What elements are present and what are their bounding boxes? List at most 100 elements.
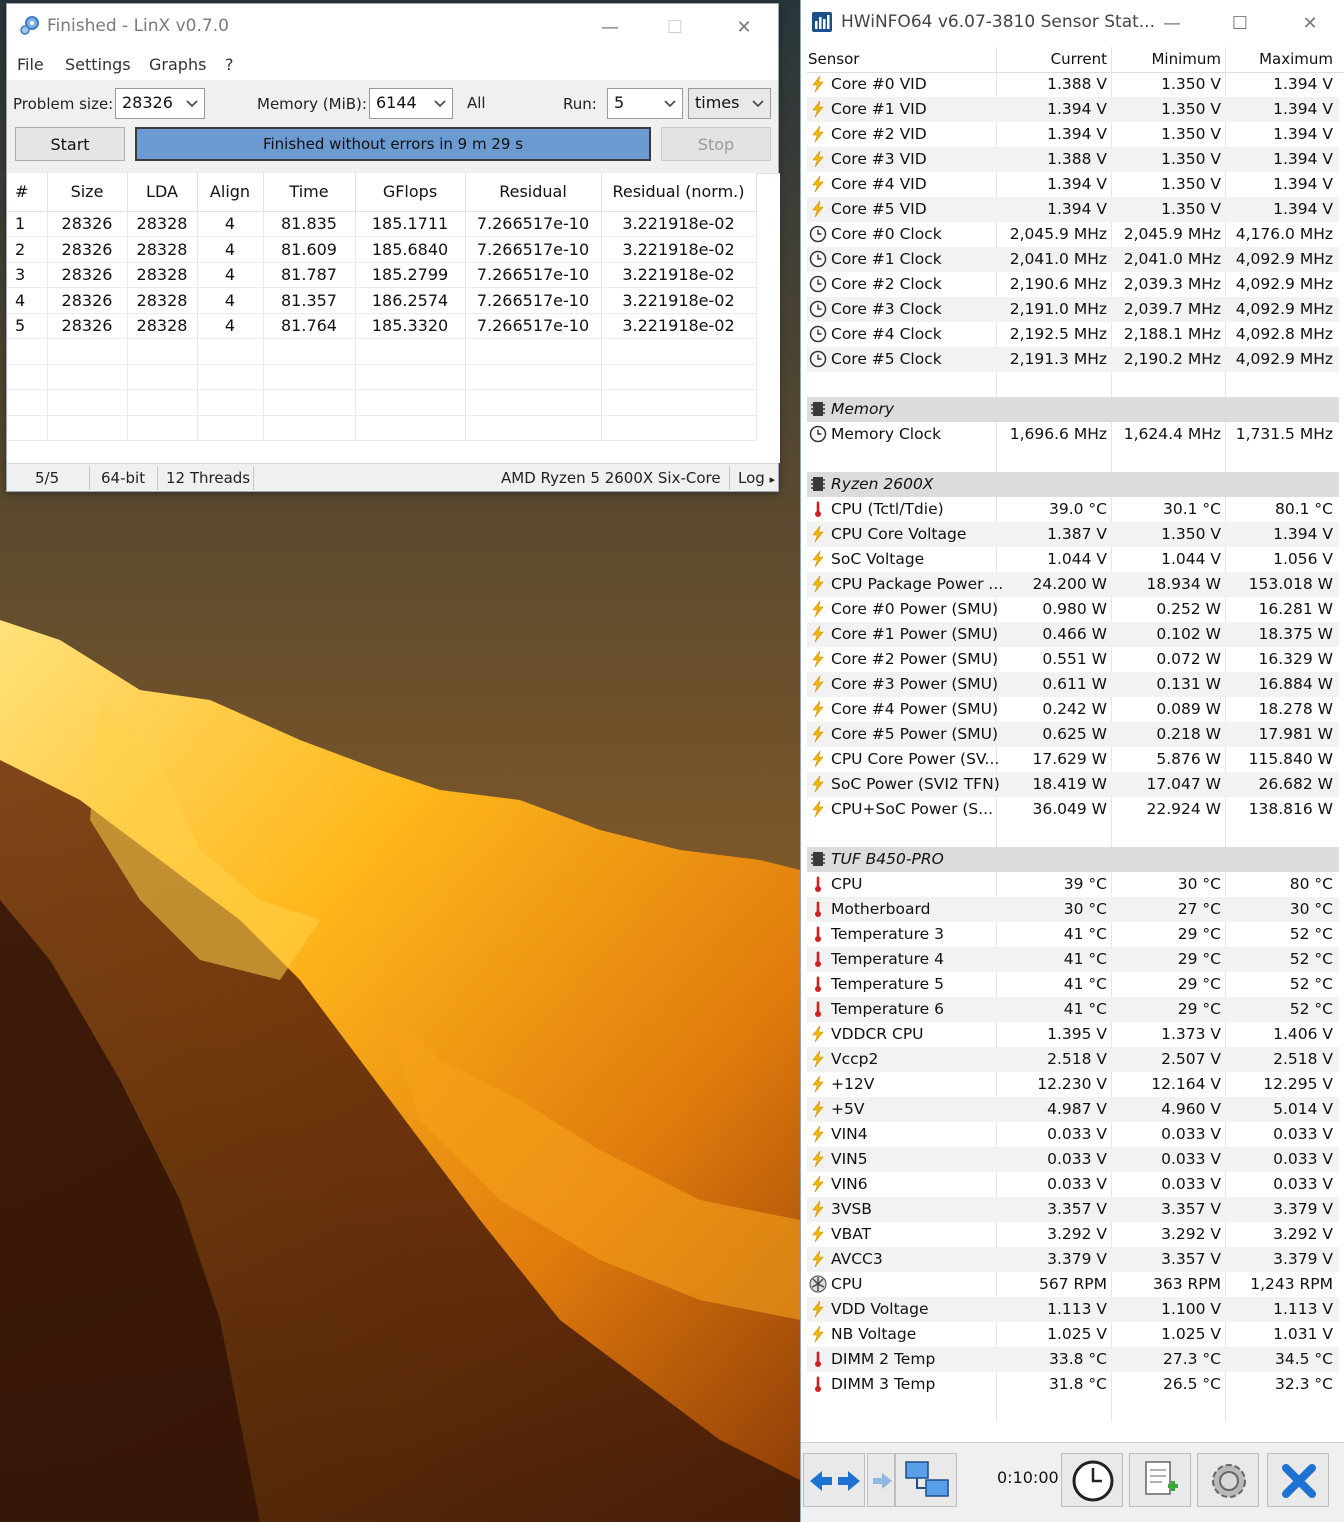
network-button[interactable] — [895, 1453, 957, 1507]
sensor-row[interactable]: VBAT 3.292 V 3.292 V 3.292 V — [807, 1222, 1339, 1247]
sensor-row[interactable]: VDDCR CPU 1.395 V 1.373 V 1.406 V — [807, 1022, 1339, 1047]
sensor-row[interactable]: Core #2 VID 1.394 V 1.350 V 1.394 V — [807, 122, 1339, 147]
sensor-group-header[interactable]: Ryzen 2600X — [807, 472, 1339, 497]
maximize-button[interactable]: ☐ — [652, 4, 698, 50]
sensor-row[interactable]: Core #1 VID 1.394 V 1.350 V 1.394 V — [807, 97, 1339, 122]
hw-close-button[interactable]: ✕ — [1287, 0, 1333, 46]
sensor-row[interactable]: Core #0 Power (SMU) 0.980 W 0.252 W 16.281 … — [807, 597, 1339, 622]
sensor-row[interactable]: CPU Package Power ... 24.200 W 18.934 W 153… — [807, 572, 1339, 597]
menu-file[interactable]: File — [17, 55, 44, 74]
nav-arrows-button[interactable] — [803, 1453, 865, 1507]
sensor-row[interactable]: NB Voltage 1.025 V 1.025 V 1.031 V — [807, 1322, 1339, 1347]
sensor-row[interactable]: CPU 39 °C 30 °C 80 °C — [807, 872, 1339, 897]
table-cell: 3.221918e-02 — [601, 287, 757, 314]
sensor-row[interactable]: Vccp2 2.518 V 2.507 V 2.518 V — [807, 1047, 1339, 1072]
sensor-group-header[interactable]: TUF B450-PRO — [807, 847, 1339, 872]
col-sensor[interactable]: Sensor — [808, 50, 859, 68]
sensor-row[interactable]: DIMM 3 Temp 31.8 °C 26.5 °C 32.3 °C — [807, 1372, 1339, 1397]
sensor-row[interactable]: Temperature 4 41 °C 29 °C 52 °C — [807, 947, 1339, 972]
memory-combo[interactable]: 6144 — [369, 88, 453, 119]
menu-settings[interactable]: Settings — [65, 55, 131, 74]
sensor-row[interactable]: Core #2 Power (SMU) 0.551 W 0.072 W 16.329 … — [807, 647, 1339, 672]
sensor-row[interactable]: Core #5 Clock 2,191.3 MHz 2,190.2 MHz 4,092… — [807, 347, 1339, 372]
menu-graphs[interactable]: Graphs — [149, 55, 206, 74]
sensor-row[interactable]: Core #4 VID 1.394 V 1.350 V 1.394 V — [807, 172, 1339, 197]
sensor-row[interactable]: SoC Voltage 1.044 V 1.044 V 1.056 V — [807, 547, 1339, 572]
sensor-row[interactable]: AVCC3 3.379 V 3.357 V 3.379 V — [807, 1247, 1339, 1272]
sensor-row[interactable]: Temperature 6 41 °C 29 °C 52 °C — [807, 997, 1339, 1022]
col-current[interactable]: Current — [1051, 50, 1107, 68]
menu-help[interactable]: ? — [225, 55, 234, 74]
clock-reset-button[interactable] — [1061, 1453, 1123, 1507]
sensor-row[interactable]: Motherboard 30 °C 27 °C 30 °C — [807, 897, 1339, 922]
sensor-row[interactable]: Temperature 3 41 °C 29 °C 52 °C — [807, 922, 1339, 947]
col-minimum[interactable]: Minimum — [1151, 50, 1221, 68]
start-button[interactable]: Start — [15, 127, 125, 161]
hwinfo-titlebar[interactable]: HWiNFO64 v6.07-3810 Sensor Stat... — ☐ ✕ — [801, 0, 1344, 46]
run-mode-combo[interactable]: times — [688, 88, 771, 119]
sensor-row[interactable]: Temperature 5 41 °C 29 °C 52 °C — [807, 972, 1339, 997]
thermometer-icon — [815, 901, 821, 917]
sensor-row[interactable]: CPU (Tctl/Tdie) 39.0 °C 30.1 °C 80.1 °C — [807, 497, 1339, 522]
sensor-row[interactable]: VDD Voltage 1.113 V 1.100 V 1.113 V — [807, 1297, 1339, 1322]
sensor-row[interactable]: CPU Core Voltage 1.387 V 1.350 V 1.394 V — [807, 522, 1339, 547]
sensor-row[interactable]: Core #3 Power (SMU) 0.611 W 0.131 W 16.884 … — [807, 672, 1339, 697]
logging-button[interactable] — [1129, 1453, 1191, 1507]
sensor-row[interactable]: VIN4 0.033 V 0.033 V 0.033 V — [807, 1122, 1339, 1147]
col-header[interactable]: Residual (norm.) — [601, 173, 757, 212]
sensor-name: Core #1 VID — [831, 100, 927, 118]
sensor-row[interactable]: Memory Clock 1,696.6 MHz 1,624.4 MHz 1,731.… — [807, 422, 1339, 447]
close-button[interactable]: ✕ — [721, 4, 767, 50]
sensor-row[interactable]: CPU Core Power (SV... 17.629 W 5.876 W 115.… — [807, 747, 1339, 772]
table-row[interactable]: 2 28326 28328 4 81.609 185.6840 7.266517e-10 3.… — [7, 236, 757, 263]
stop-button[interactable]: Stop — [661, 127, 771, 161]
sensor-row[interactable]: DIMM 2 Temp 33.8 °C 27.3 °C 34.5 °C — [807, 1347, 1339, 1372]
run-count-combo[interactable]: 5 — [607, 88, 683, 119]
col-header[interactable]: # — [7, 173, 48, 212]
settings-button[interactable] — [1197, 1453, 1259, 1507]
linx-titlebar[interactable]: Finished - LinX v0.7.0 — ☐ ✕ — [7, 4, 778, 50]
sensor-row[interactable]: SoC Power (SVI2 TFN) 18.419 W 17.047 W 26.6… — [807, 772, 1339, 797]
sensor-row[interactable]: Core #4 Clock 2,192.5 MHz 2,188.1 MHz 4,092… — [807, 322, 1339, 347]
sensor-row[interactable]: Core #0 VID 1.388 V 1.350 V 1.394 V — [807, 72, 1339, 97]
hw-maximize-button[interactable]: ☐ — [1217, 0, 1263, 46]
sensor-row[interactable]: Core #0 Clock 2,045.9 MHz 2,045.9 MHz 4,176… — [807, 222, 1339, 247]
sensor-row[interactable]: +5V 4.987 V 4.960 V 5.014 V — [807, 1097, 1339, 1122]
col-header[interactable]: Time — [263, 173, 356, 212]
sensor-row[interactable]: VIN5 0.033 V 0.033 V 0.033 V — [807, 1147, 1339, 1172]
col-header[interactable]: Size — [47, 173, 128, 212]
sensor-maximum: 16.281 W — [1258, 600, 1334, 618]
hw-minimize-button[interactable]: — — [1149, 0, 1195, 46]
sensor-row[interactable]: VIN6 0.033 V 0.033 V 0.033 V — [807, 1172, 1339, 1197]
sensor-row[interactable]: Core #5 VID 1.394 V 1.350 V 1.394 V — [807, 197, 1339, 222]
sensor-row[interactable]: CPU+SoC Power (S... 36.049 W 22.924 W 138.8… — [807, 797, 1339, 822]
nav-right-button[interactable] — [867, 1453, 895, 1507]
sensor-row[interactable]: Core #1 Power (SMU) 0.466 W 0.102 W 18.375 … — [807, 622, 1339, 647]
sensor-row[interactable]: Core #5 Power (SMU) 0.625 W 0.218 W 17.981 … — [807, 722, 1339, 747]
minimize-button[interactable]: — — [587, 4, 633, 50]
sensor-row[interactable]: Core #1 Clock 2,041.0 MHz 2,041.0 MHz 4,092… — [807, 247, 1339, 272]
sensor-row[interactable]: Core #3 Clock 2,191.0 MHz 2,039.7 MHz 4,092… — [807, 297, 1339, 322]
sensor-minimum: 17.047 W — [1146, 775, 1222, 793]
col-header[interactable]: Residual — [465, 173, 602, 212]
table-row[interactable]: 3 28326 28328 4 81.787 185.2799 7.266517e-10 3.… — [7, 262, 757, 288]
sensor-row[interactable]: Core #4 Power (SMU) 0.242 W 0.089 W 18.278 … — [807, 697, 1339, 722]
table-row[interactable]: 5 28326 28328 4 81.764 185.3320 7.266517e-10 3.… — [7, 313, 757, 339]
sensor-row[interactable]: Core #2 Clock 2,190.6 MHz 2,039.3 MHz 4,092… — [807, 272, 1339, 297]
col-header[interactable]: LDA — [127, 173, 198, 212]
memory-all-button[interactable]: All — [467, 94, 486, 112]
empty-cell — [465, 364, 602, 390]
sensor-row[interactable]: 3VSB 3.357 V 3.357 V 3.379 V — [807, 1197, 1339, 1222]
log-button[interactable]: Log ▸ — [738, 469, 775, 487]
col-header[interactable]: GFlops — [355, 173, 466, 212]
sensor-row[interactable]: Core #3 VID 1.388 V 1.350 V 1.394 V — [807, 147, 1339, 172]
sensor-group-header[interactable]: Memory — [807, 397, 1339, 422]
col-header[interactable]: Align — [197, 173, 264, 212]
table-row[interactable]: 1 28326 28328 4 81.835 185.1711 7.266517e-10 3.… — [7, 211, 757, 237]
problem-size-combo[interactable]: 28326 — [115, 88, 205, 119]
sensor-row[interactable]: CPU 567 RPM 363 RPM 1,243 RPM — [807, 1272, 1339, 1297]
close-sensors-button[interactable] — [1267, 1453, 1329, 1507]
col-maximum[interactable]: Maximum — [1259, 50, 1333, 68]
table-row[interactable]: 4 28326 28328 4 81.357 186.2574 7.266517e-10 3.… — [7, 287, 757, 314]
sensor-row[interactable]: +12V 12.230 V 12.164 V 12.295 V — [807, 1072, 1339, 1097]
